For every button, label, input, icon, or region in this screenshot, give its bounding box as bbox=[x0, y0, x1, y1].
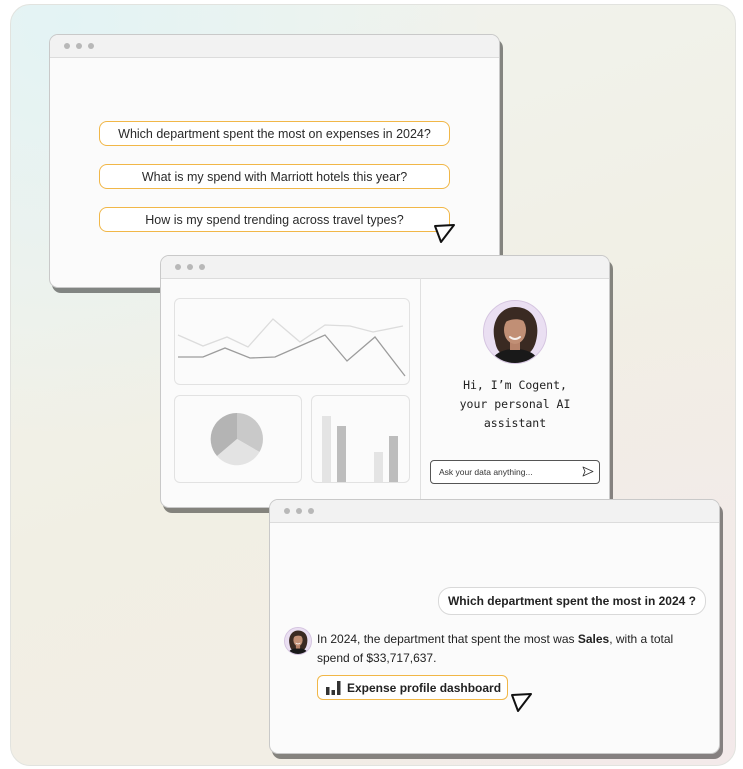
window-controls bbox=[64, 43, 94, 49]
bar-chart-card bbox=[311, 395, 410, 483]
user-question-bubble: Which department spent the most in 2024 … bbox=[437, 587, 706, 615]
window-dot bbox=[199, 264, 205, 270]
panel-divider bbox=[420, 278, 421, 507]
bar-chart-icon bbox=[326, 681, 341, 695]
assistant-greeting: Hi, I’m Cogent, your personal AI assista… bbox=[459, 378, 571, 430]
pointer-cursor-icon bbox=[434, 224, 455, 243]
pie-chart-graphic bbox=[210, 412, 263, 466]
window-dot bbox=[296, 508, 302, 514]
pie-chart-card bbox=[174, 395, 302, 483]
send-icon[interactable] bbox=[582, 466, 594, 477]
window-dot bbox=[76, 43, 82, 49]
suggestion-chip-department[interactable]: Which department spent the most on expen… bbox=[99, 121, 450, 146]
suggestions-window: Which department spent the most on expen… bbox=[49, 34, 500, 288]
window-dot bbox=[64, 43, 70, 49]
answer-text-prefix: In 2024, the department that spent the m… bbox=[317, 632, 578, 646]
expense-dashboard-label: Expense profile dashboard bbox=[347, 680, 502, 695]
assistant-avatar-small bbox=[284, 627, 312, 655]
window-dot bbox=[88, 43, 94, 49]
assistant-window: Hi, I’m Cogent, your personal AI assista… bbox=[160, 255, 610, 508]
assistant-portrait-icon bbox=[484, 301, 546, 363]
window-controls bbox=[284, 508, 314, 514]
line-chart-graphic bbox=[177, 318, 406, 377]
line-chart-card bbox=[174, 298, 410, 385]
ask-data-placeholder: Ask your data anything... bbox=[439, 467, 533, 477]
chat-window: Which department spent the most in 2024 … bbox=[269, 499, 720, 754]
window-titlebar bbox=[161, 256, 609, 279]
suggestion-chip-travel[interactable]: How is my spend trending across travel t… bbox=[99, 207, 450, 232]
window-dot bbox=[308, 508, 314, 514]
pointer-cursor-icon bbox=[511, 693, 532, 712]
window-titlebar bbox=[270, 500, 719, 523]
answer-department: Sales bbox=[577, 632, 610, 646]
window-controls bbox=[175, 264, 205, 270]
window-dot bbox=[175, 264, 181, 270]
window-titlebar bbox=[50, 35, 499, 58]
expense-dashboard-link[interactable]: Expense profile dashboard bbox=[317, 675, 509, 700]
illustration-frame: Which department spent the most on expen… bbox=[10, 4, 736, 766]
assistant-answer: In 2024, the department that spent the m… bbox=[317, 630, 709, 668]
bar-chart-graphic bbox=[322, 416, 398, 482]
window-dot bbox=[187, 264, 193, 270]
assistant-avatar bbox=[483, 300, 547, 364]
window-dot bbox=[284, 508, 290, 514]
ask-data-input[interactable]: Ask your data anything... bbox=[430, 460, 600, 484]
assistant-portrait-icon bbox=[285, 628, 311, 654]
suggestion-chip-marriott[interactable]: What is my spend with Marriott hotels th… bbox=[99, 164, 450, 189]
